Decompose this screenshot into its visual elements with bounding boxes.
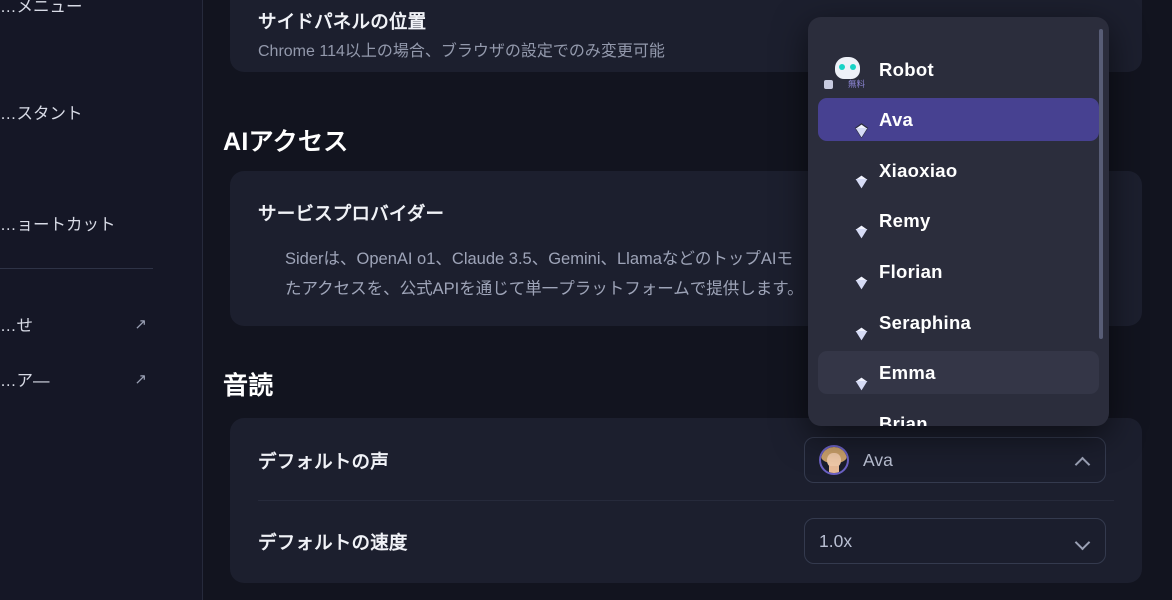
- chevron-up-icon: [1076, 454, 1089, 467]
- default-voice-value: Ava: [863, 449, 893, 470]
- voice-option-seraphina[interactable]: Seraphina: [818, 301, 1099, 344]
- seraphina-avatar: [830, 305, 869, 342]
- premium-gem-icon: [854, 376, 869, 392]
- sidebar-item-label: …せ: [0, 317, 33, 335]
- voice-option-label: Seraphina: [879, 311, 972, 333]
- settings-screen: …メニュー …スタント …ョートカット …せ ↗ …ア― ↗ サイドパネルの位置…: [0, 0, 1172, 600]
- florian-avatar: [830, 254, 869, 291]
- premium-gem-icon: [854, 174, 869, 190]
- default-speed-value: 1.0x: [819, 530, 853, 551]
- remy-avatar: [830, 203, 869, 240]
- sidebar-item-2[interactable]: …ョートカット: [0, 206, 203, 240]
- premium-gem-icon: [854, 224, 869, 240]
- default-speed-select[interactable]: 1.0x: [804, 518, 1106, 564]
- voice-option-xiaoxiao[interactable]: Xiaoxiao: [818, 149, 1099, 192]
- sidebar-item-label: …スタント: [0, 105, 83, 123]
- voice-option-florian[interactable]: Florian: [818, 250, 1099, 293]
- ai-access-heading: AIアクセス: [223, 128, 349, 156]
- premium-gem-icon: [854, 326, 869, 342]
- voice-option-label: Robot: [879, 58, 934, 80]
- sidebar-item-label: …メニュー: [0, 0, 83, 16]
- ava-avatar: [830, 102, 869, 139]
- sidebar-item-1[interactable]: …スタント: [0, 95, 203, 129]
- emma-avatar: [830, 355, 869, 392]
- sidebar-item-label: …ア―: [0, 372, 50, 390]
- read-aloud-row-separator: [258, 500, 1114, 501]
- premium-gem-icon: [854, 123, 869, 139]
- sidebar-item-0[interactable]: …メニュー: [0, 0, 203, 22]
- voice-option-emma[interactable]: Emma: [818, 351, 1099, 394]
- vertical-scrollbar[interactable]: [1099, 29, 1103, 339]
- default-voice-label: デフォルトの声: [258, 451, 389, 472]
- sidebar-item-4[interactable]: …ア― ↗: [0, 362, 203, 396]
- free-badge-label: 無料: [848, 79, 866, 89]
- read-aloud-card: デフォルトの声 Ava デフォルトの速度 1.0x: [230, 418, 1142, 583]
- default-voice-select[interactable]: Ava: [804, 437, 1106, 483]
- side-panel-position-subtitle: Chrome 114以上の場合、ブラウザの設定でのみ変更可能: [258, 43, 665, 60]
- sidebar-divider: [0, 268, 153, 269]
- robot-avatar: 無料: [824, 52, 866, 89]
- voice-option-label: Ava: [879, 108, 914, 130]
- side-panel-position-title: サイドパネルの位置: [258, 11, 427, 32]
- voice-option-label: Florian: [879, 260, 943, 282]
- voice-option-label: Emma: [879, 361, 936, 383]
- voice-option-label: Brian: [879, 412, 928, 427]
- default-speed-label: デフォルトの速度: [258, 532, 408, 553]
- external-link-icon: ↗: [134, 315, 147, 333]
- sidebar: …メニュー …スタント …ョートカット …せ ↗ …ア― ↗: [0, 0, 203, 600]
- brian-avatar: [830, 406, 865, 426]
- chevron-down-icon: [1076, 535, 1089, 548]
- voice-option-remy[interactable]: Remy: [818, 199, 1099, 242]
- voice-option-label: Remy: [879, 209, 931, 231]
- read-aloud-heading: 音読: [223, 372, 274, 400]
- external-link-icon: ↗: [134, 370, 147, 388]
- free-badge-chip: [824, 80, 833, 89]
- ava-avatar: [819, 445, 849, 475]
- sidebar-item-label: …ョートカット: [0, 216, 116, 234]
- voice-option-brian[interactable]: Brian: [818, 402, 1099, 427]
- voice-option-label: Xiaoxiao: [879, 159, 958, 181]
- service-provider-title: サービスプロバイダー: [258, 203, 445, 224]
- voice-option-robot[interactable]: 無料 Robot: [818, 48, 1099, 91]
- voice-option-ava[interactable]: Ava: [818, 98, 1099, 141]
- sidebar-item-3[interactable]: …せ ↗: [0, 307, 203, 341]
- premium-gem-icon: [854, 275, 869, 291]
- voice-dropdown-panel[interactable]: 無料 Robot Ava Xiaoxiao Remy Florian Serap…: [808, 17, 1109, 426]
- xiaoxiao-avatar: [830, 153, 869, 190]
